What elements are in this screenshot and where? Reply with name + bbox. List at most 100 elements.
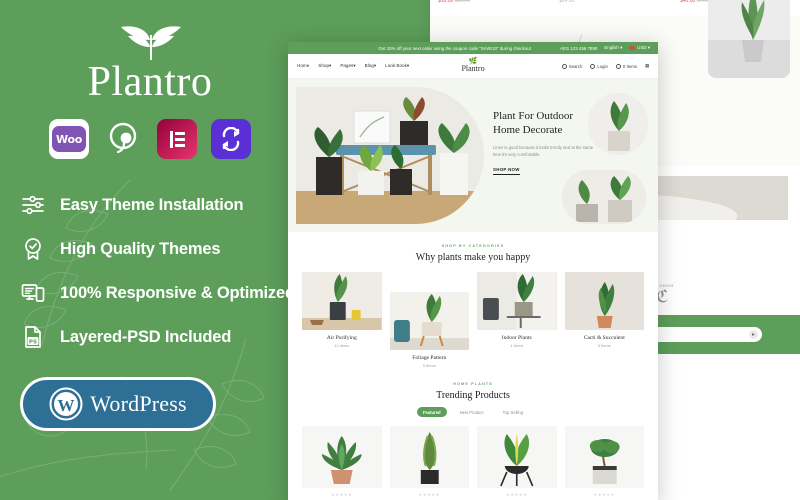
language-selector[interactable]: English ▾ [604, 45, 622, 51]
product-card-banana-leaf[interactable]: ★★★★★ [477, 426, 557, 497]
woocommerce-label: Woo [52, 126, 86, 153]
feature-list: Easy Theme Installation High Quality The… [14, 183, 300, 359]
trending-kicker: HOME PLANTS [453, 382, 493, 386]
trending-title: Trending Products [436, 390, 510, 401]
search-button[interactable]: Search [561, 63, 582, 69]
hero-shop-now-button[interactable]: SHOP NOW [493, 167, 520, 176]
product-image [564, 426, 644, 488]
currency-selector[interactable]: USD ▾ [629, 45, 650, 51]
bg-product-regular-price: $24.00 [559, 0, 575, 4]
tab-top-selling[interactable]: Top Selling [497, 407, 530, 417]
categories-kicker: SHOP BY CATEGORIES [441, 244, 505, 248]
svg-text:W: W [58, 396, 75, 415]
grid-menu-icon[interactable]: ▦ [645, 63, 649, 69]
feature-label: Layered-PSD Included [60, 327, 232, 346]
topbar-right: +001 123 456 7890 English ▾ USD ▾ [559, 45, 650, 51]
flag-icon [629, 45, 636, 50]
category-name: Air Purifying [326, 335, 357, 341]
wordpress-badge: W WordPress [20, 377, 216, 432]
category-count: 4 Items [510, 343, 524, 348]
bg-product-price: $18.00 $22.00 [438, 0, 552, 4]
bg-hero-photo [708, 0, 790, 78]
product-rating: ★★★★★ [506, 492, 528, 497]
category-image [564, 272, 644, 330]
promo-banner: Plantro Woo Easy Theme Installation High… [0, 0, 800, 500]
category-image [389, 292, 469, 350]
product-card-agave[interactable]: ★★★★★ [302, 426, 382, 497]
category-card-air-purifying[interactable]: Air Purifying 11 Items [302, 272, 382, 348]
category-count: 11 Items [334, 343, 350, 348]
trending-section-header: HOME PLANTS Trending Products Featured N… [288, 368, 658, 417]
product-card-crassula[interactable]: ★★★★★ [389, 426, 469, 497]
site-logo[interactable]: 🌿 Plantro [461, 58, 485, 74]
category-row: Air Purifying 11 Items Foliage Pattern 5… [288, 272, 658, 368]
site-header: Home Shop▾ Pages▾ Blog▾ Look Book▾ 🌿 Pla… [288, 54, 658, 79]
wordpress-icon: W [49, 387, 83, 421]
hero-title: Plant For Outdoor Home Decorate [493, 109, 598, 137]
categories-title: Why plants make you happy [415, 252, 531, 263]
hero-side-image-top [588, 93, 648, 155]
main-site-screenshot: Get 10% off your next order using the co… [288, 42, 658, 500]
bg-product-old-price: $22.00 [454, 0, 470, 4]
bag-icon [615, 63, 621, 69]
feature-label: 100% Responsive & Optimized [60, 283, 295, 302]
product-image [389, 426, 469, 488]
site-logo-text: Plantro [461, 64, 485, 74]
brand-name: Plantro [87, 59, 213, 105]
cart-button[interactable]: 0 Items [615, 63, 637, 69]
category-card-foliage-pattern[interactable]: Foliage Pattern 5 Items [389, 292, 469, 368]
bg-product-sale-price: $18.00 [438, 0, 454, 4]
bg-product-card[interactable]: ★★★★★ Peperomia Grandifolia $18.00 $22.0… [438, 0, 552, 4]
category-count: 5 Items [422, 363, 436, 368]
hero-title-line1: Plant For Outdoor [493, 110, 574, 122]
responsive-devices-icon [20, 280, 46, 306]
feature-responsive-optimized: 100% Responsive & Optimized [20, 271, 300, 315]
quality-badge-icon [20, 236, 46, 262]
category-name: Cacti & Succulent [583, 335, 625, 341]
hero-side-image-bottom [562, 170, 646, 224]
category-name: Indoor Plants [501, 335, 532, 341]
svg-text:PS: PS [29, 339, 37, 345]
product-rating: ★★★★★ [418, 492, 440, 497]
leaf-sprout-icon [121, 26, 181, 60]
woocommerce-icon: Woo [49, 119, 89, 160]
category-image [302, 272, 382, 330]
nav-item-blog[interactable]: Blog▾ [365, 63, 377, 69]
primary-nav: Home Shop▾ Pages▾ Blog▾ Look Book▾ [297, 63, 461, 69]
product-rating: ★★★★★ [593, 492, 615, 497]
slider-revolution-icon [211, 119, 251, 160]
chevron-down-icon: ▾ [647, 45, 650, 50]
search-icon [561, 63, 567, 69]
nav-item-shop[interactable]: Shop▾ [318, 63, 331, 69]
tab-featured[interactable]: Featured [416, 407, 447, 417]
product-card-bonsai[interactable]: ★★★★★ [564, 426, 644, 497]
hero-section: Plant For Outdoor Home Decorate Linen is… [288, 79, 658, 232]
category-image [477, 272, 557, 330]
nav-item-pages[interactable]: Pages▾ [340, 63, 355, 69]
bg-product-card[interactable]: ★★★★★ Sofia Ceramic Pot $24.00 [559, 0, 673, 4]
header-actions: Search Login 0 Items ▦ [485, 63, 649, 69]
bg-product-price: $24.00 [559, 0, 673, 4]
category-card-cacti-succulent[interactable]: Cacti & Succulent 6 Items [564, 272, 644, 348]
newsletter-submit-button[interactable]: ▸ [749, 329, 758, 339]
product-rating: ★★★★★ [331, 492, 353, 497]
chevron-down-icon: ▾ [620, 45, 623, 50]
category-card-indoor-plants[interactable]: Indoor Plants 4 Items [477, 272, 557, 348]
nav-item-look-book[interactable]: Look Book▾ [385, 63, 409, 69]
hero-subtitle: Linen is good because it looks trendy an… [493, 145, 594, 158]
hero-title-line2: Home Decorate [493, 124, 563, 137]
sliders-icon [20, 192, 46, 218]
photoshop-file-icon: PS [20, 324, 46, 350]
categories-section-header: SHOP BY CATEGORIES Why plants make you h… [288, 232, 658, 272]
login-button[interactable]: Login [590, 63, 608, 69]
site-topbar: Get 10% off your next order using the co… [288, 42, 658, 54]
feature-high-quality-themes: High Quality Themes [20, 227, 300, 271]
trending-product-row: ★★★★★ ★★★★★ ★★★★★ ★★★★★ [288, 417, 658, 497]
hero-copy: Plant For Outdoor Home Decorate Linen is… [493, 109, 598, 176]
category-name: Foliage Pattern [412, 355, 447, 361]
tab-new-product[interactable]: New Product [454, 407, 490, 417]
wordpress-label: WordPress [90, 391, 187, 417]
category-count: 6 Items [597, 343, 611, 348]
feature-label: Easy Theme Installation [60, 195, 244, 214]
feature-layered-psd: PS Layered-PSD Included [20, 315, 300, 359]
